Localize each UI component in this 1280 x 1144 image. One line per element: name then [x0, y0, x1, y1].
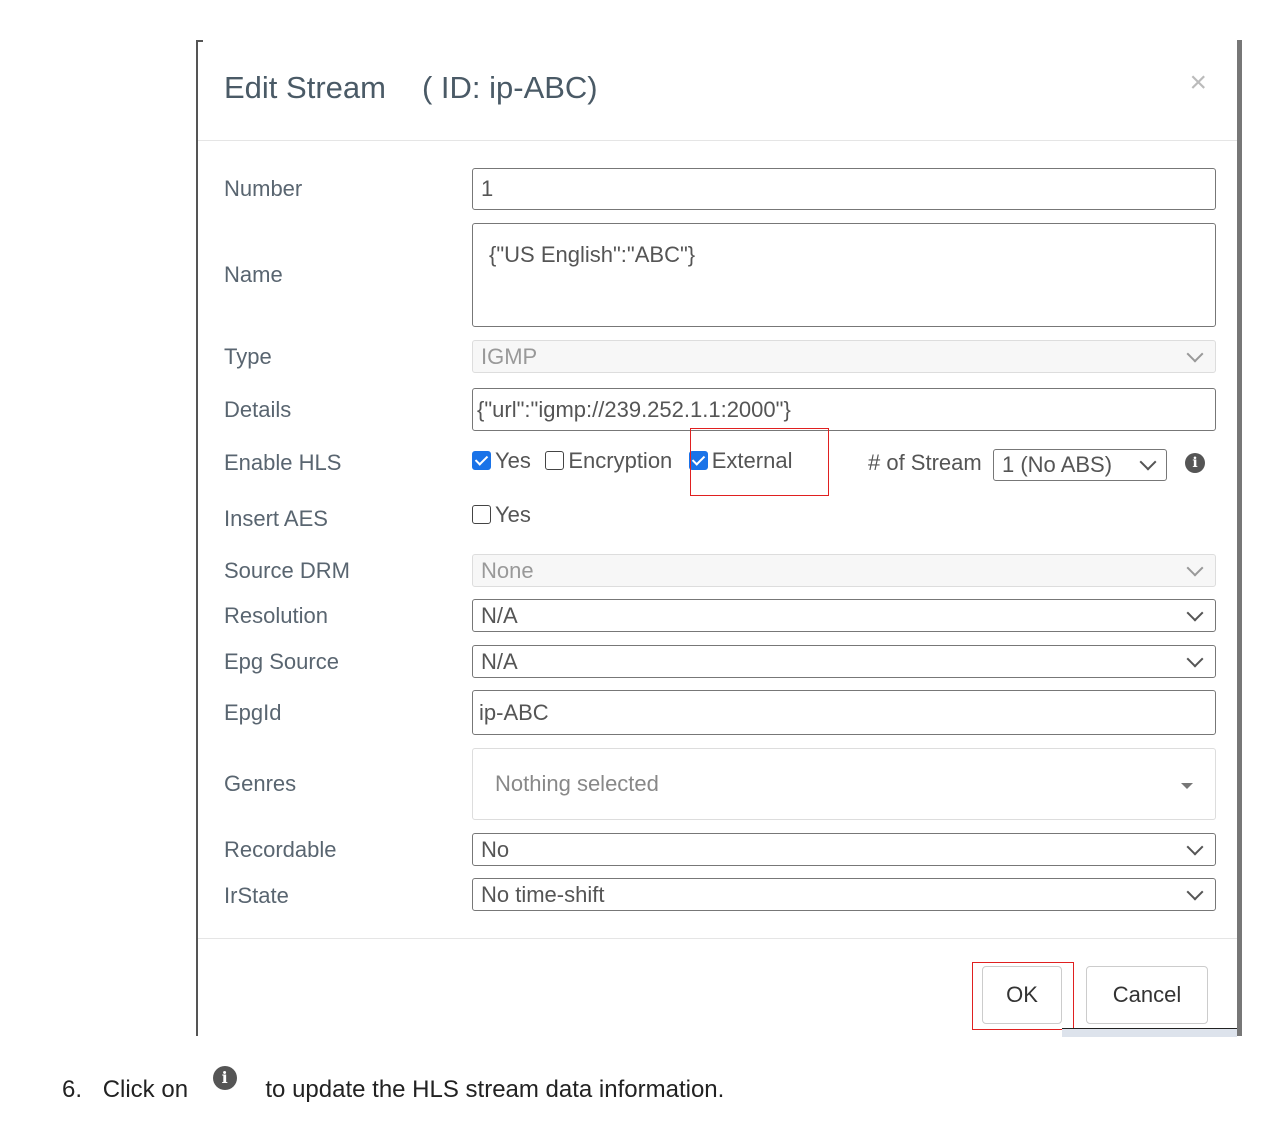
source-drm-select[interactable]: None	[472, 554, 1216, 587]
ir-state-label: IrState	[224, 883, 289, 908]
dialog-title-text: Edit Stream	[224, 70, 386, 105]
num-stream-select[interactable]: 1 (No ABS)	[993, 449, 1167, 481]
insert-aes-label: Insert AES	[224, 506, 328, 531]
recordable-select[interactable]: No	[472, 833, 1216, 866]
num-stream-value: 1 (No ABS)	[1002, 452, 1113, 477]
genres-select[interactable]: Nothing selected	[472, 748, 1216, 820]
epg-source-label: Epg Source	[224, 649, 339, 674]
source-drm-value: None	[481, 558, 534, 583]
enable-hls-label: Enable HLS	[224, 450, 342, 475]
edit-stream-dialog: Edit Stream ( ID: ip-ABC) × Number 1 Name…	[196, 40, 1242, 1037]
dialog-title-id: ( ID: ip-ABC)	[421, 70, 598, 105]
chevron-down-icon	[1186, 838, 1204, 855]
chevron-down-icon	[1186, 559, 1204, 576]
dialog-bottom-edge	[1062, 1028, 1237, 1037]
step-text-before: Click on	[102, 1076, 189, 1103]
name-label: Name	[224, 262, 283, 287]
genres-placeholder: Nothing selected	[495, 771, 659, 796]
instruction-step: 6. Click on i to update the HLS stream d…	[62, 1066, 725, 1104]
encryption-label: Encryption	[568, 448, 673, 473]
step-number: 6.	[62, 1076, 83, 1103]
chevron-down-icon	[1186, 604, 1204, 621]
insert-aes-yes-label: Yes	[495, 502, 531, 527]
details-input[interactable]: {"url":"igmp://239.252.1.1:2000"}	[472, 388, 1216, 431]
chevron-down-icon	[1139, 453, 1157, 471]
epg-id-input[interactable]: ip-ABC	[472, 690, 1216, 735]
dialog-title: Edit Stream ( ID: ip-ABC)	[224, 70, 598, 106]
epg-source-select[interactable]: N/A	[472, 645, 1216, 678]
num-stream-label: # of Stream	[868, 450, 982, 475]
resolution-label: Resolution	[224, 603, 328, 628]
chevron-down-icon	[1186, 883, 1204, 900]
genres-label: Genres	[224, 771, 297, 796]
close-icon[interactable]: ×	[1189, 66, 1207, 100]
details-label: Details	[224, 397, 292, 422]
info-icon: i	[212, 1066, 237, 1090]
resolution-select[interactable]: N/A	[472, 599, 1216, 632]
insert-aes-options: Yes	[472, 502, 531, 528]
dialog-header: Edit Stream ( ID: ip-ABC) ×	[198, 40, 1237, 141]
recordable-value: No	[481, 837, 510, 862]
resolution-value: N/A	[481, 603, 518, 628]
caret-down-icon	[1181, 783, 1193, 789]
enable-hls-yes-checkbox[interactable]	[472, 451, 491, 470]
step-text-after: to update the HLS stream data informatio…	[265, 1076, 725, 1103]
chevron-down-icon	[1186, 345, 1204, 362]
encryption-checkbox[interactable]	[545, 451, 565, 470]
type-select[interactable]: IGMP	[472, 340, 1216, 373]
epg-source-value: N/A	[481, 649, 518, 674]
recordable-label: Recordable	[224, 837, 337, 862]
number-label: Number	[224, 176, 303, 201]
insert-aes-yes-checkbox[interactable]	[472, 505, 491, 524]
type-select-value: IGMP	[481, 344, 538, 369]
source-drm-label: Source DRM	[224, 558, 350, 583]
ir-state-select[interactable]: No time-shift	[472, 878, 1216, 911]
external-highlight-box	[690, 428, 829, 496]
chevron-down-icon	[1186, 650, 1204, 667]
cancel-button[interactable]: Cancel	[1086, 966, 1208, 1024]
ok-highlight-box	[972, 962, 1074, 1030]
epg-id-label: EpgId	[224, 700, 282, 725]
info-icon[interactable]: i	[1185, 453, 1205, 473]
name-textarea[interactable]: {"US English":"ABC"}	[472, 223, 1216, 327]
ir-state-value: No time-shift	[481, 882, 605, 907]
dialog-footer	[198, 938, 1237, 939]
enable-hls-yes-label: Yes	[495, 448, 531, 473]
number-input[interactable]: 1	[472, 168, 1216, 210]
type-label: Type	[224, 344, 272, 369]
